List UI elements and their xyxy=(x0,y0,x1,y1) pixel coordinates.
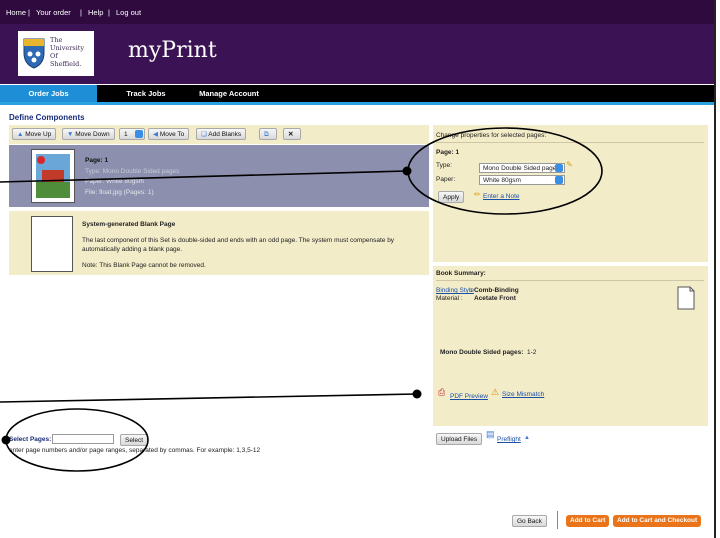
annotation-overlay xyxy=(0,127,603,472)
annotation-dots xyxy=(1,166,422,445)
annotation-callouts xyxy=(0,127,603,472)
